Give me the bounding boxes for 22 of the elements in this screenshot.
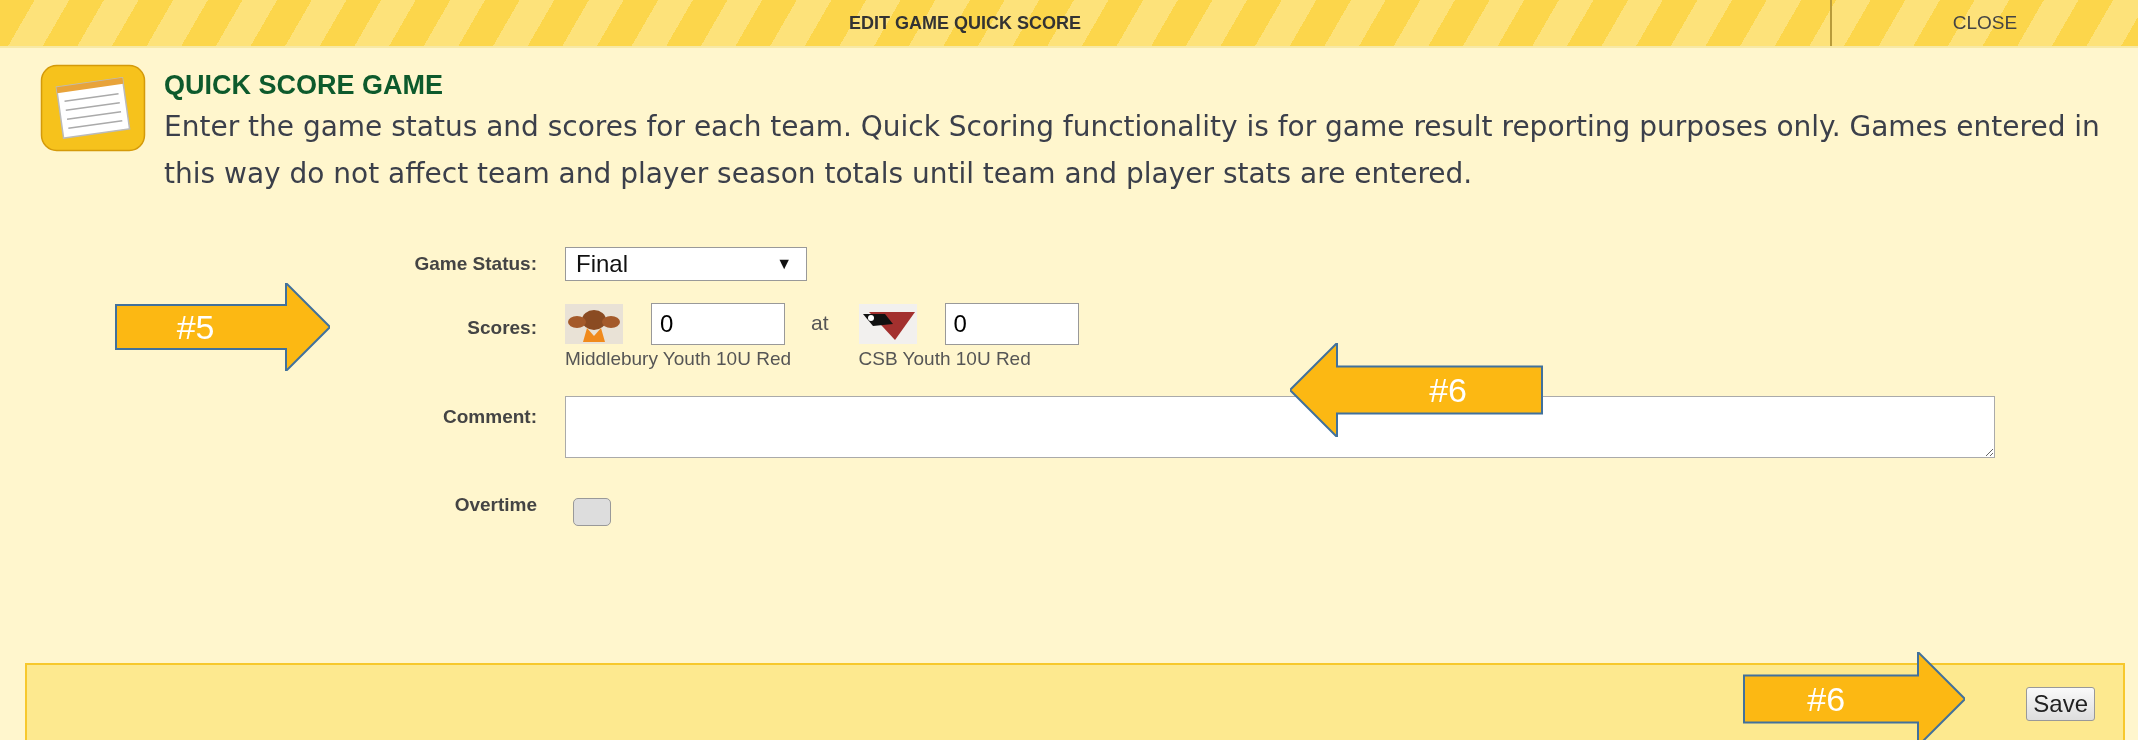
document-icon [40,64,146,152]
callout-arrow: #5 [115,283,330,371]
overtime-checkbox[interactable] [573,498,611,526]
score-field[interactable]: 0 [651,303,785,345]
team-name: Middlebury Youth 10U Red [565,348,792,370]
save-button[interactable]: Save [2026,687,2095,721]
mascot-logo-icon [565,304,623,344]
team-name: CSB Youth 10U Red [858,348,1032,370]
callout-arrow: #6 [1743,652,1965,740]
callout-arrow: #6 [1290,343,1543,437]
field-label: Scores: [467,317,537,339]
pennant-logo-icon [858,304,917,344]
dialog-title: EDIT GAME QUICK SCORE [848,12,1082,34]
close-button[interactable]: CLOSE [1830,0,2138,46]
field-label: Overtime [454,494,537,516]
versus-text: at [811,311,829,335]
status-dropdown[interactable]: Final ▼ [565,247,807,281]
field-label: Game Status: [414,253,537,275]
field-label: Comment: [443,406,537,428]
score-field[interactable]: 0 [944,303,1079,345]
description-text: Enter the game status and scores for each team. Quick Scoring functionality is for game result reporting purposes only. Games entered in this way do not affect team and player season totals until team and player stats are entered. [164,109,2101,192]
section-heading: QUICK SCORE GAME [164,70,445,101]
